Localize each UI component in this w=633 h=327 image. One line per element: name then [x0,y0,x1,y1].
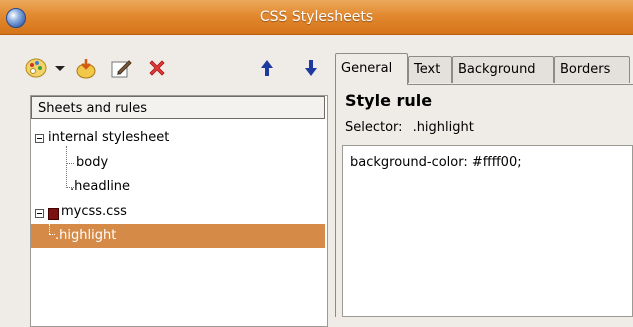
tree-column-header[interactable]: Sheets and rules [31,96,325,119]
add-rule-icon[interactable] [74,56,98,80]
selector-label: Selector: [345,120,403,135]
style-rule-heading: Style rule [345,91,433,110]
tab-borders[interactable]: Borders [554,56,630,83]
rule-text: background-color: #ffff00; [350,155,522,170]
window-title: CSS Stylesheets [259,9,374,25]
tab-general[interactable]: General [335,53,408,85]
tab-text[interactable]: Text [408,56,452,83]
tree-line [49,224,50,234]
palette-icon[interactable] [24,56,48,80]
tab-background[interactable]: Background [452,56,554,83]
tree-node-body[interactable]: body [76,151,108,175]
edit-icon[interactable] [109,56,133,80]
tree-node-mycss[interactable]: mycss.css [61,200,127,224]
collapse-toggle[interactable] [35,134,44,143]
tab-bar: General Text Background Borders [335,53,633,85]
selector-value: .highlight [412,120,474,135]
stylesheet-file-icon [48,208,59,220]
tree-node-label: .highlight [55,228,117,243]
arrow-up-icon[interactable] [259,56,275,80]
arrow-down-icon[interactable] [303,56,319,80]
toolbar [24,56,324,82]
chevron-down-icon[interactable] [52,56,68,80]
tree-line [66,163,74,164]
collapse-toggle[interactable] [35,209,44,218]
tree-line [66,146,67,188]
tree-node-highlight-selected[interactable]: .highlight [31,224,325,248]
title-bar: CSS Stylesheets [0,0,633,35]
tree-node-headline[interactable]: .headline [70,175,130,199]
selector-row: Selector: .highlight [345,120,474,135]
delete-icon[interactable] [145,56,169,80]
rule-text-editor[interactable]: background-color: #ffff00; [342,145,633,317]
sheets-tree[interactable]: Sheets and rules internal stylesheet bod… [30,95,328,327]
